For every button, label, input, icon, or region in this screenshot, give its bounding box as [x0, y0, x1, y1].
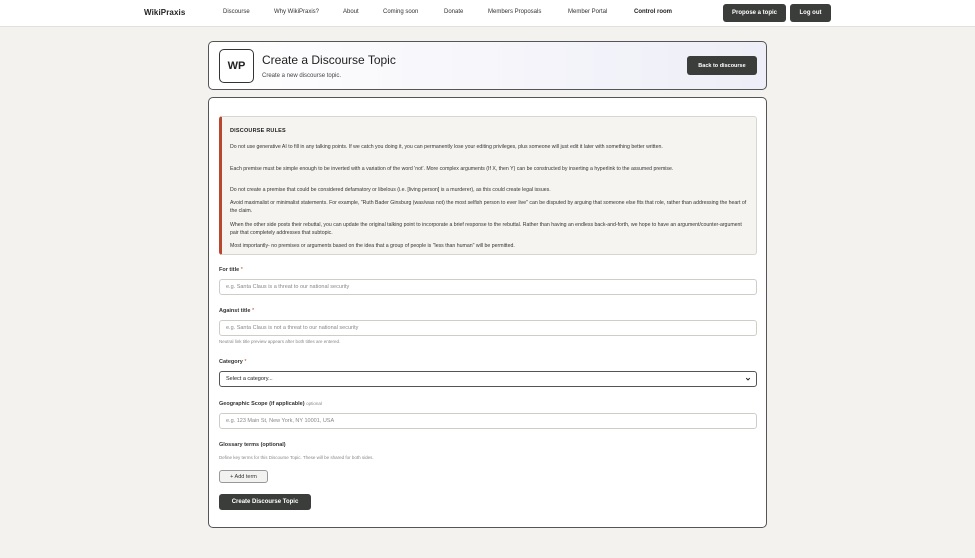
nav-link-control-room[interactable]: Control room	[634, 9, 684, 15]
back-to-discourse-button[interactable]: Back to discourse	[687, 56, 757, 75]
nav-links: Discourse Why WikiPraxis? About Coming s…	[223, 9, 684, 15]
wp-logo: WP	[219, 49, 254, 83]
optional-marker: optional	[306, 401, 322, 406]
required-marker: *	[252, 308, 255, 314]
glossary-label: Glossary terms (optional)	[219, 442, 286, 448]
nav-link-member-portal[interactable]: Member Portal	[568, 9, 634, 15]
rule-item: Do not use generative AI to fill in any …	[230, 144, 663, 150]
for-title-input[interactable]	[219, 279, 757, 295]
logout-button[interactable]: Log out	[790, 4, 831, 22]
nav-link-members-proposals[interactable]: Members Proposals	[488, 9, 568, 15]
page-title: Create a Discourse Topic	[262, 53, 396, 67]
geo-scope-input[interactable]	[219, 413, 757, 429]
rule-item: Avoid maximalist or minimalist statement…	[230, 200, 747, 214]
create-topic-button[interactable]: Create Discourse Topic	[219, 494, 311, 510]
nav-link-donate[interactable]: Donate	[444, 9, 488, 15]
page-header-card: WP Create a Discourse Topic Create a new…	[208, 41, 767, 90]
propose-topic-button[interactable]: Propose a topic	[723, 4, 786, 22]
nav-link-coming-soon[interactable]: Coming soon	[383, 9, 444, 15]
chevron-down-icon	[745, 377, 751, 381]
create-topic-form: DISCOURSE RULES Do not use generative AI…	[208, 97, 767, 528]
rule-item: Most importantly- no premises or argumen…	[230, 243, 515, 249]
against-title-label-text: Against title	[219, 308, 251, 314]
rule-item: Each premise must be simple enough to be…	[230, 166, 674, 172]
required-marker: *	[244, 359, 247, 365]
nav-link-why-wikipraxis[interactable]: Why WikiPraxis?	[274, 9, 343, 15]
nav-link-discourse[interactable]: Discourse	[223, 9, 274, 15]
rule-item: Do not create a premise that could be co…	[230, 187, 551, 193]
against-title-label: Against title *	[219, 308, 254, 314]
page-subtitle: Create a new discourse topic.	[262, 73, 342, 79]
brand-logo[interactable]: WikiPraxis	[144, 8, 185, 17]
category-label-text: Category	[219, 359, 243, 365]
required-marker: *	[240, 267, 243, 273]
rules-title: DISCOURSE RULES	[230, 128, 286, 134]
category-label: Category *	[219, 359, 247, 365]
category-selected-value: Select a category...	[226, 376, 273, 382]
top-navbar: WikiPraxis Discourse Why WikiPraxis? Abo…	[0, 0, 975, 27]
for-title-label-text: For title	[219, 267, 240, 273]
category-select[interactable]: Select a category...	[219, 371, 757, 387]
geo-scope-label-text: Geographic Scope (if applicable)	[219, 401, 305, 407]
discourse-rules-box: DISCOURSE RULES Do not use generative AI…	[219, 116, 757, 255]
against-title-hint: Neutral link title preview appears after…	[219, 339, 341, 344]
geo-scope-label: Geographic Scope (if applicable) optiona…	[219, 401, 322, 407]
add-term-button[interactable]: + Add term	[219, 470, 268, 483]
for-title-label: For title *	[219, 267, 243, 273]
nav-link-about[interactable]: About	[343, 9, 383, 15]
rule-item: When the other side posts their rebuttal…	[230, 222, 742, 236]
glossary-hint: Define key terms for this Discourse Topi…	[219, 455, 374, 460]
against-title-input[interactable]	[219, 320, 757, 336]
